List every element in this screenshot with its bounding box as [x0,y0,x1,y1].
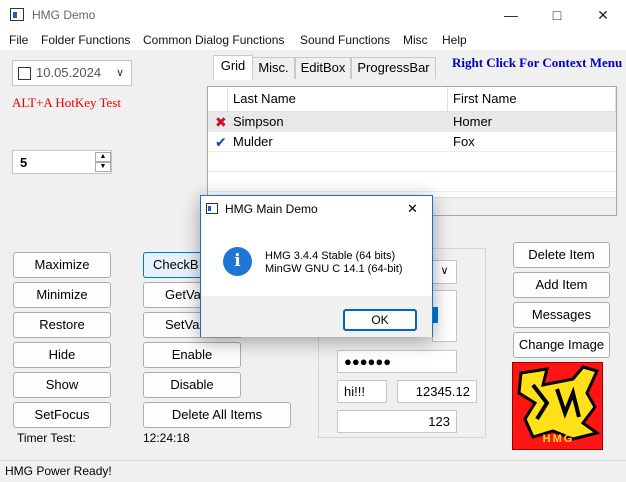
main-window: HMG Demo — □ ✕ File Folder Functions Com… [0,0,626,482]
add-item-button[interactable]: Add Item [513,272,610,298]
message-dialog: HMG Main Demo ✕ i HMG 3.4.4 Stable (64 b… [200,195,433,337]
context-menu-hint: Right Click For Context Menu [452,55,623,70]
tab-grid[interactable]: Grid [213,55,253,80]
delete-all-items-button[interactable]: Delete All Items [143,402,291,428]
close-window-button[interactable]: ✕ [580,0,626,30]
dialog-footer: OK [201,296,432,337]
dialog-message-line: HMG 3.4.4 Stable (64 bits) [265,250,396,262]
restore-button[interactable]: Restore [13,312,111,338]
table-row[interactable]: ✖ Simpson Homer [208,112,616,132]
dialog-title-bar: HMG Main Demo ✕ [201,196,432,222]
menu-sound-functions[interactable]: Sound Functions [300,33,390,47]
spinner-value: 5 [20,155,28,170]
menu-common-dialog-functions[interactable]: Common Dialog Functions [143,33,284,47]
status-text: HMG Power Ready! [5,464,112,478]
ok-button[interactable]: OK [343,309,417,331]
tab-editbox[interactable]: EditBox [295,57,351,79]
dialog-body: i HMG 3.4.4 Stable (64 bits) MinGW GNU C… [201,222,432,296]
hmg-logo-image: HMG [512,362,603,450]
window-title: HMG Demo [32,8,96,22]
maximize-button[interactable]: Maximize [13,252,111,278]
timer-label: Timer Test: [17,431,76,445]
status-bar: HMG Power Ready! [0,460,626,482]
change-image-button[interactable]: Change Image [513,332,610,358]
dialog-close-icon[interactable]: ✕ [407,201,418,217]
grid-cell-first-name: Homer [453,114,493,129]
tab-progressbar[interactable]: ProgressBar [351,57,436,79]
grid-header-first-name[interactable]: First Name [448,87,616,112]
list-box[interactable] [432,290,457,342]
dialog-message-line: MinGW GNU C 14.1 (64-bit) [265,263,403,275]
timer-value: 12:24:18 [143,431,190,445]
table-row[interactable]: ✔ Mulder Fox [208,132,616,152]
enable-button[interactable]: Enable [143,342,241,368]
show-button[interactable]: Show [13,372,111,398]
app-icon [10,8,24,21]
messages-button[interactable]: Messages [513,302,610,328]
maximize-window-button[interactable]: □ [534,0,580,30]
table-row[interactable] [208,152,616,172]
minimize-window-button[interactable]: — [488,0,534,30]
title-bar: HMG Demo — □ ✕ [0,0,626,30]
date-checkbox[interactable] [18,67,31,80]
info-icon: i [223,247,252,276]
menu-help[interactable]: Help [442,33,467,47]
dialog-app-icon [206,203,218,214]
spinner-up-icon[interactable]: ▲ [95,152,111,162]
grid-header-corner [208,87,228,112]
hotkey-label: ALT+A HotKey Test [12,95,121,110]
menu-file[interactable]: File [9,33,28,47]
logo-text: HMG [542,433,575,445]
delete-item-button[interactable]: Delete Item [513,242,610,268]
spinner-down-icon[interactable]: ▼ [95,162,111,172]
x-mark-icon: ✖ [215,114,227,130]
number-field[interactable]: 12345.12 [397,380,477,403]
menu-bar: File Folder Functions Common Dialog Func… [0,30,626,50]
disable-button[interactable]: Disable [143,372,241,398]
grid-cell-last-name: Simpson [233,114,284,129]
grid-header-last-name[interactable]: Last Name [228,87,448,112]
integer-field[interactable]: 123 [337,410,457,433]
grid-cell-first-name: Fox [453,134,475,149]
tab-misc[interactable]: Misc. [252,57,295,79]
minimize-button[interactable]: Minimize [13,282,111,308]
spinner-input[interactable]: 5 ▲ ▼ [12,150,112,174]
password-field[interactable]: ●●●●●● [337,350,457,373]
chevron-down-icon[interactable]: ∨ [116,61,124,85]
list-selection [433,307,438,323]
hide-button[interactable]: Hide [13,342,111,368]
date-value: 10.05.2024 [36,65,102,80]
check-mark-icon: ✔ [215,134,227,150]
menu-folder-functions[interactable]: Folder Functions [41,33,130,47]
dialog-title: HMG Main Demo [225,202,318,216]
date-picker[interactable]: 10.05.2024 ∨ [12,60,132,86]
menu-misc[interactable]: Misc [403,33,428,47]
combo-dropdown-icon[interactable]: ∨ [432,260,457,284]
table-row[interactable] [208,172,616,192]
grid-cell-last-name: Mulder [233,134,273,149]
setfocus-button[interactable]: SetFocus [13,402,111,428]
text-field[interactable]: hi!!! [337,380,387,403]
